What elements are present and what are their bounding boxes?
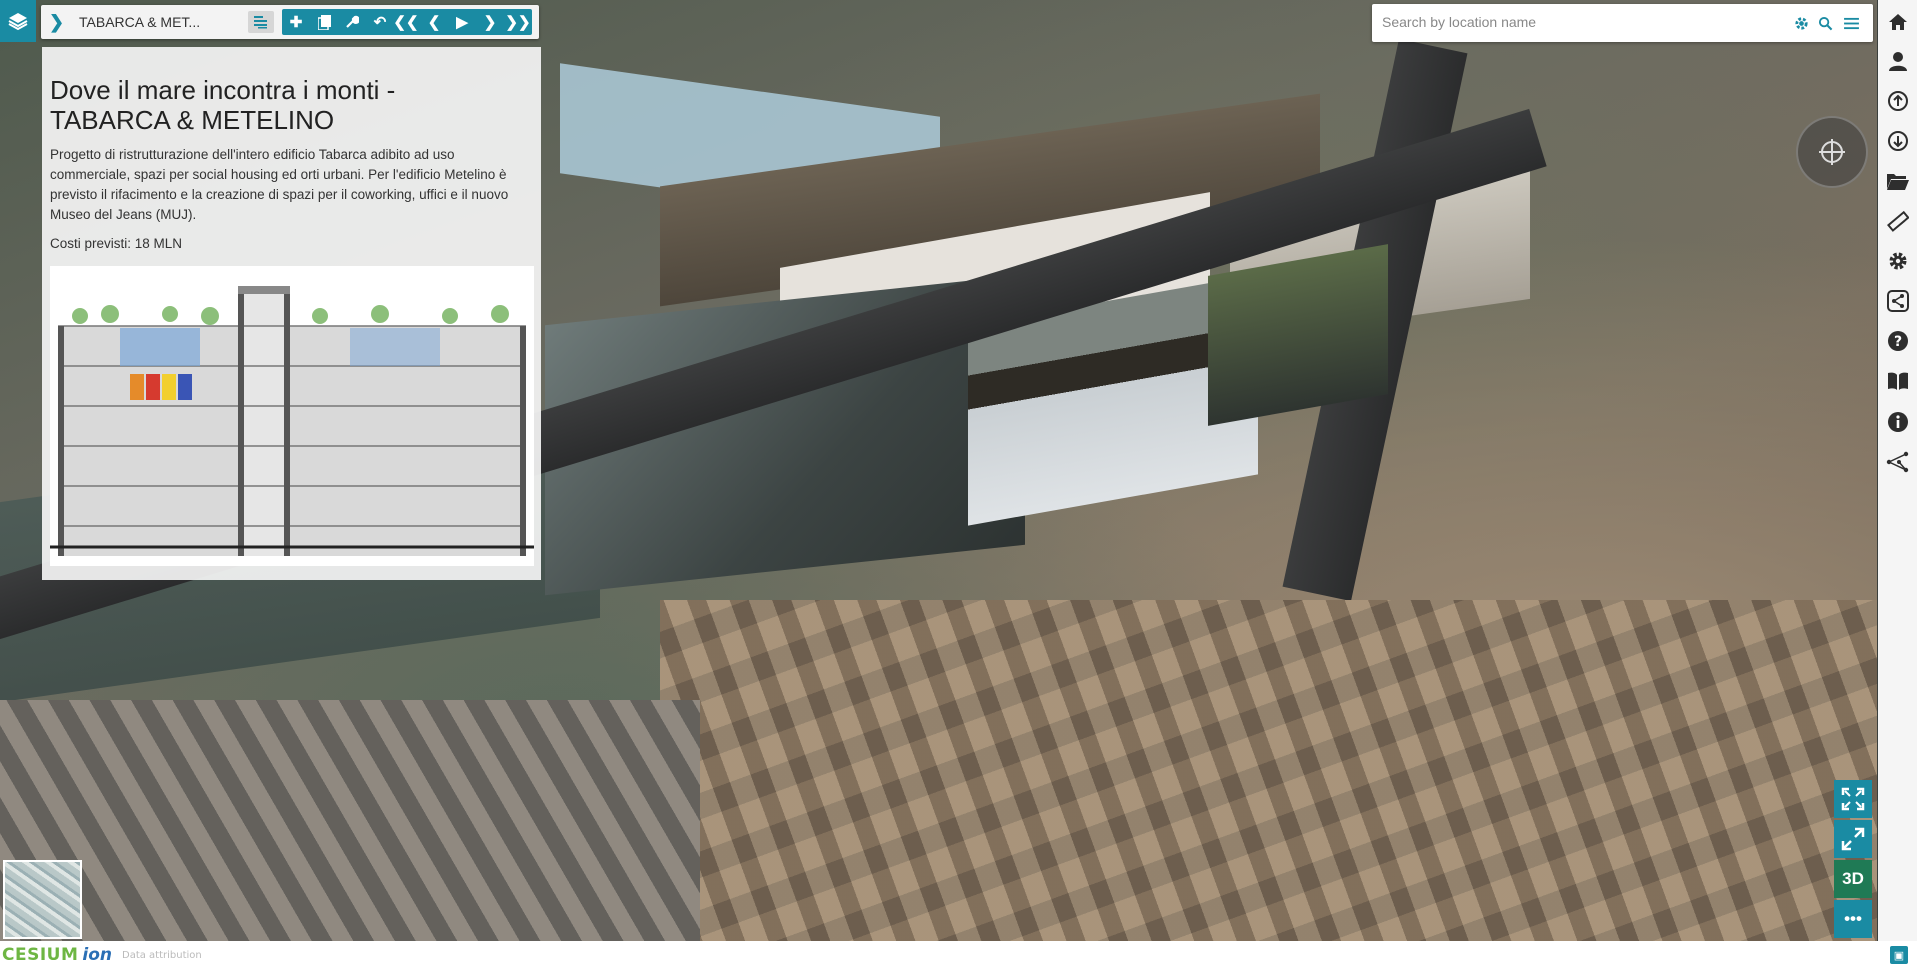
- more-options-button[interactable]: •••: [1834, 900, 1872, 938]
- split-view-button[interactable]: [1834, 820, 1872, 858]
- add-scene-button[interactable]: ✚: [282, 9, 310, 35]
- download-icon: [1888, 131, 1908, 151]
- home-icon: [1889, 14, 1907, 30]
- settings-button[interactable]: [1885, 248, 1911, 274]
- undo-button[interactable]: ↶: [366, 9, 394, 35]
- upload-button[interactable]: [1885, 88, 1911, 114]
- overview-minimap[interactable]: [3, 860, 82, 939]
- search-settings-icon[interactable]: [1792, 14, 1810, 32]
- cesium-ion-logo: ion: [82, 945, 112, 965]
- harbor-roofs: [0, 700, 700, 941]
- view-mode-3d-button[interactable]: 3D: [1834, 860, 1872, 898]
- cesium-logo: CESIUM: [2, 945, 79, 965]
- last-icon: ❯❯: [505, 14, 531, 31]
- measure-button[interactable]: [1885, 208, 1911, 234]
- help-icon: ?: [1888, 331, 1908, 351]
- copy-icon: [317, 14, 331, 30]
- menu-icon[interactable]: [1842, 14, 1860, 32]
- plus-icon: ✚: [289, 14, 303, 31]
- story-description: Progetto di ristrutturazione dell'intero…: [50, 147, 509, 222]
- guide-button[interactable]: [1885, 368, 1911, 394]
- user-icon: [1889, 52, 1907, 71]
- next-scene-button[interactable]: ❯: [476, 9, 504, 35]
- user-button[interactable]: [1885, 48, 1911, 74]
- previous-scene-button[interactable]: ❮: [420, 9, 448, 35]
- location-search: [1372, 4, 1873, 42]
- data-attribution-link[interactable]: Data attribution: [122, 950, 202, 961]
- old-town-roofs: [660, 600, 1877, 941]
- previous-icon: ❮: [427, 14, 441, 31]
- footer-bar: [0, 941, 1917, 969]
- guide-icon: [1888, 372, 1908, 390]
- search-icon[interactable]: [1816, 14, 1834, 32]
- story-cost: Costi previsti: 18 MLN: [50, 236, 183, 251]
- settings-icon: [1889, 252, 1907, 270]
- layers-button[interactable]: [0, 0, 36, 42]
- building-dark-block: [1208, 244, 1388, 426]
- wrench-icon: [346, 15, 359, 28]
- share-icon: [1887, 290, 1909, 312]
- compass-icon: [1819, 139, 1845, 165]
- layers-icon: [8, 13, 28, 31]
- upload-icon: [1888, 91, 1908, 111]
- story-title: Dove il mare incontra i monti - TABARCA …: [50, 75, 396, 135]
- network-icon: [1886, 451, 1909, 473]
- expand-icon: [1841, 787, 1865, 811]
- edit-scene-button[interactable]: [338, 9, 366, 35]
- search-input[interactable]: [1380, 13, 1764, 31]
- download-button[interactable]: [1885, 128, 1911, 154]
- description-toggle-button[interactable]: [248, 11, 274, 33]
- first-scene-button[interactable]: ❮❮: [392, 9, 420, 35]
- share-button[interactable]: [1885, 288, 1911, 314]
- story-title-short[interactable]: TABARCA & MET...: [79, 14, 241, 30]
- play-icon: ▶: [456, 14, 468, 31]
- fullscreen-button[interactable]: [1834, 780, 1872, 818]
- info-button[interactable]: [1885, 409, 1911, 435]
- next-icon: ❯: [483, 14, 497, 31]
- undo-icon: ↶: [373, 14, 387, 31]
- folder-icon: [1887, 174, 1909, 190]
- navigation-compass[interactable]: [1796, 116, 1868, 188]
- home-button[interactable]: [1885, 9, 1911, 35]
- play-button[interactable]: ▶: [448, 9, 476, 35]
- last-scene-button[interactable]: ❯❯: [504, 9, 532, 35]
- svg-text:?: ?: [1894, 334, 1902, 350]
- list-icon: [254, 16, 267, 29]
- network-button[interactable]: [1885, 449, 1911, 475]
- story-toolbar: ❯ TABARCA & MET... ✚ ↶ ↷ ❮❮ ❮ ▶ ❯ ❯❯: [41, 5, 539, 39]
- playback-button-group: ❮❮ ❮ ▶ ❯ ❯❯: [392, 9, 532, 35]
- building-section-drawing: [50, 266, 534, 566]
- help-button[interactable]: ?: [1885, 328, 1911, 354]
- first-icon: ❮❮: [393, 14, 419, 31]
- expand-chevron-icon[interactable]: ❯: [49, 12, 67, 32]
- open-folder-button[interactable]: [1885, 168, 1911, 194]
- measure-icon: [1887, 210, 1909, 232]
- story-panel: Dove il mare incontra i monti - TABARCA …: [42, 47, 541, 580]
- cesium-credit: CESIUM ion Data attribution: [2, 944, 202, 966]
- resize-icon: [1841, 827, 1865, 851]
- copy-scene-button[interactable]: [310, 9, 338, 35]
- right-toolbar: ?: [1878, 0, 1917, 941]
- mobile-view-icon[interactable]: ▣: [1890, 946, 1908, 964]
- info-icon: [1888, 412, 1908, 432]
